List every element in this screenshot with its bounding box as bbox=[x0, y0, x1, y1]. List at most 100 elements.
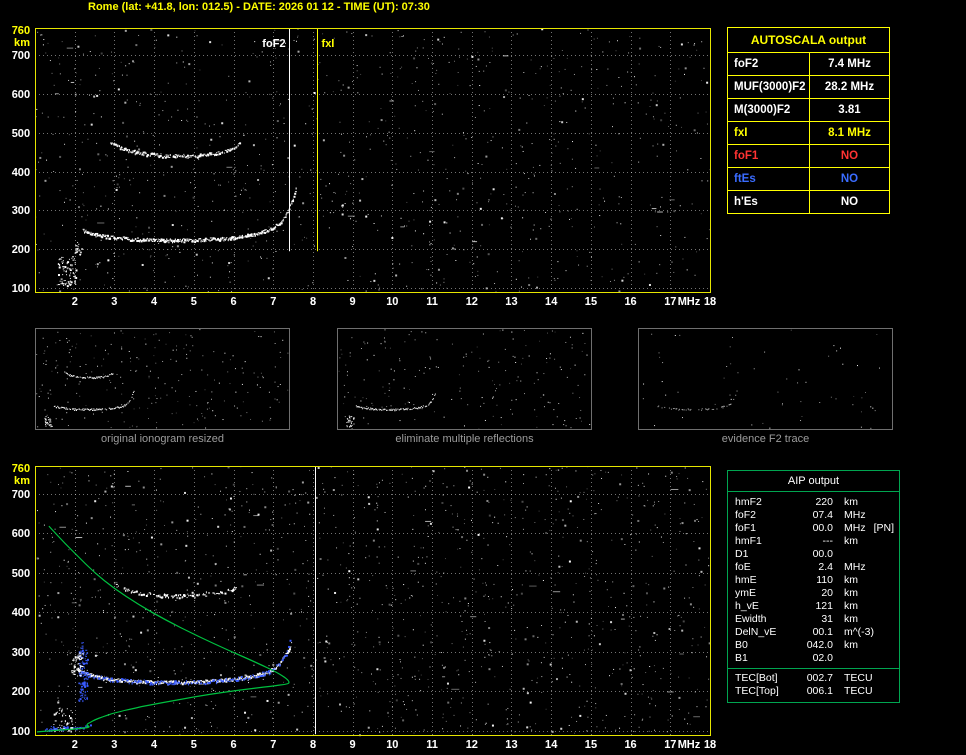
aip-divider bbox=[728, 668, 899, 669]
aip-row-ewidth: Ewidth 31 km bbox=[728, 613, 899, 626]
param-value: 8.1 MHz bbox=[828, 127, 871, 139]
param-unit: MHz bbox=[844, 522, 866, 534]
param-value: 07.4 bbox=[812, 509, 833, 521]
autoscala-row-ftes: ftEs NO bbox=[728, 168, 889, 191]
thumbnail-caption-original: original ionogram resized bbox=[101, 433, 224, 445]
aip-row-d1: D1 00.0 bbox=[728, 548, 899, 561]
param-note bbox=[858, 600, 866, 613]
bottom-ionogram-canvas bbox=[0, 458, 722, 755]
param-note bbox=[858, 574, 866, 587]
param-unit: km bbox=[844, 535, 858, 547]
param-label: D1 bbox=[735, 548, 749, 560]
aip-rows: hmF2 220 km foF2 07.4 MHz foF1 00.0 MHz [PN] hmF1 -… bbox=[728, 492, 899, 702]
param-value: 3.81 bbox=[838, 104, 861, 116]
param-note bbox=[866, 561, 874, 574]
param-label: MUF(3000)F2 bbox=[728, 76, 810, 98]
param-label: foF2 bbox=[728, 53, 810, 75]
param-note bbox=[873, 672, 881, 685]
top-ionogram-canvas bbox=[0, 18, 722, 318]
aip-row-deln-ve: DelN_vE 00.1 m^(-3) bbox=[728, 626, 899, 639]
thumbnail-caption-eliminate: eliminate multiple reflections bbox=[395, 433, 534, 445]
param-label: DelN_vE bbox=[735, 626, 777, 638]
param-note: [PN] bbox=[873, 522, 895, 534]
param-label: TEC[Bot] bbox=[735, 672, 778, 684]
thumbnail-original-ionogram bbox=[35, 328, 290, 430]
param-note bbox=[874, 626, 882, 639]
param-label: foF1 bbox=[728, 145, 810, 167]
param-unit bbox=[833, 652, 844, 665]
param-value: 31 bbox=[821, 613, 833, 625]
param-label: B1 bbox=[735, 652, 748, 664]
param-unit: km bbox=[844, 639, 858, 651]
aip-row-foe: foE 2.4 MHz bbox=[728, 561, 899, 574]
param-label: fxI bbox=[728, 122, 810, 144]
autoscala-rows: foF2 7.4 MHz MUF(3000)F2 28.2 MHz M(3000)F2 3… bbox=[728, 53, 889, 213]
aip-panel-title: AIP output bbox=[728, 471, 899, 492]
param-label: foF2 bbox=[735, 509, 757, 521]
param-value: 28.2 MHz bbox=[824, 81, 875, 93]
param-unit: m^(-3) bbox=[844, 626, 875, 638]
param-label: M(3000)F2 bbox=[728, 99, 810, 121]
aip-row-fof1: foF1 00.0 MHz [PN] bbox=[728, 522, 899, 535]
aip-row-hmf1: hmF1 --- km bbox=[728, 535, 899, 548]
param-value: --- bbox=[822, 535, 834, 547]
param-label: B0 bbox=[735, 639, 748, 651]
param-label: ftEs bbox=[728, 168, 810, 190]
param-note bbox=[844, 652, 852, 665]
param-note bbox=[858, 639, 866, 652]
param-value: NO bbox=[840, 173, 859, 185]
autoscala-app-window: Rome (lat: +41.8, lon: 012.5) - DATE: 20… bbox=[0, 0, 966, 755]
param-unit: km bbox=[844, 574, 858, 586]
param-value: 220 bbox=[815, 496, 833, 508]
param-note bbox=[873, 685, 881, 698]
param-unit: MHz bbox=[844, 509, 866, 521]
param-label: ymE bbox=[735, 587, 756, 599]
param-value: 121 bbox=[815, 600, 833, 612]
autoscala-row-m-3000-f2: M(3000)F2 3.81 bbox=[728, 99, 889, 122]
autoscala-row-fof1: foF1 NO bbox=[728, 145, 889, 168]
param-note bbox=[866, 509, 874, 522]
param-label: Ewidth bbox=[735, 613, 767, 625]
aip-row-yme: ymE 20 km bbox=[728, 587, 899, 600]
station-date-title: Rome (lat: +41.8, lon: 012.5) - DATE: 20… bbox=[88, 1, 430, 13]
param-note bbox=[844, 548, 852, 561]
param-value: NO bbox=[840, 150, 859, 162]
param-value: 2.4 bbox=[818, 561, 833, 573]
autoscala-output-panel: AUTOSCALA output foF2 7.4 MHz MUF(3000)F2 2… bbox=[727, 27, 890, 214]
param-value: 00.0 bbox=[812, 522, 833, 534]
param-label: h_vE bbox=[735, 600, 759, 612]
param-unit: km bbox=[844, 587, 858, 599]
param-value: 042.0 bbox=[806, 639, 833, 651]
thumbnail-caption-evidence: evidence F2 trace bbox=[721, 433, 810, 445]
thumbnail-evidence-f2-trace bbox=[638, 328, 893, 430]
param-label: TEC[Top] bbox=[735, 685, 779, 697]
param-value: 006.1 bbox=[806, 685, 833, 697]
param-unit: km bbox=[844, 496, 858, 508]
autoscala-row-muf-3000-f2: MUF(3000)F2 28.2 MHz bbox=[728, 76, 889, 99]
param-note bbox=[858, 535, 866, 548]
param-value: 7.4 MHz bbox=[828, 58, 871, 70]
param-unit bbox=[833, 548, 844, 561]
param-value: 00.0 bbox=[812, 548, 833, 560]
aip-row-b0: B0 042.0 km bbox=[728, 639, 899, 652]
param-unit: km bbox=[844, 613, 858, 625]
param-note bbox=[858, 587, 866, 600]
aip-row-tec-bot: TEC[Bot] 002.7 TECU bbox=[728, 672, 899, 685]
autoscala-row-h-es: h'Es NO bbox=[728, 191, 889, 213]
param-value: 002.7 bbox=[806, 672, 833, 684]
param-value: 110 bbox=[816, 574, 833, 586]
autoscala-row-fof2: foF2 7.4 MHz bbox=[728, 53, 889, 76]
param-label: hmE bbox=[735, 574, 757, 586]
aip-output-panel: AIP output hmF2 220 km foF2 07.4 MHz foF1 00.0 M… bbox=[727, 470, 900, 703]
aip-row-tec-top: TEC[Top] 006.1 TECU bbox=[728, 685, 899, 698]
param-label: foF1 bbox=[735, 522, 757, 534]
autoscala-row-fxi: fxI 8.1 MHz bbox=[728, 122, 889, 145]
param-label: hmF2 bbox=[735, 496, 762, 508]
param-unit: km bbox=[844, 600, 858, 612]
aip-row-b1: B1 02.0 bbox=[728, 652, 899, 665]
aip-row-hmf2: hmF2 220 km bbox=[728, 496, 899, 509]
param-unit: TECU bbox=[844, 685, 873, 697]
param-unit: TECU bbox=[844, 672, 873, 684]
aip-row-hme: hmE 110 km bbox=[728, 574, 899, 587]
param-unit: MHz bbox=[844, 561, 866, 573]
